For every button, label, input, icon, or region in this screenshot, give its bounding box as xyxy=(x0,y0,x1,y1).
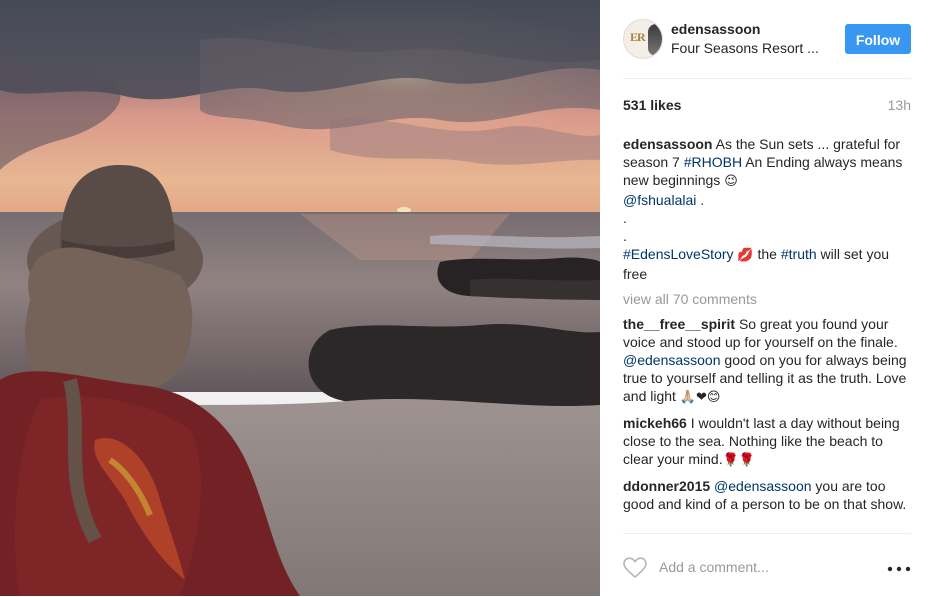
caption-dot: . xyxy=(623,228,627,244)
hashtag-link[interactable]: #RHOBH xyxy=(684,154,742,170)
mention-link[interactable]: @fshualalai xyxy=(623,192,696,208)
caption-text: . xyxy=(696,192,705,208)
view-all-comments-link[interactable]: view all 70 comments xyxy=(623,290,911,308)
location-link[interactable]: Four Seasons Resort ... xyxy=(671,40,831,56)
caption-text: the xyxy=(753,246,781,262)
comment-item: mickeh66 I wouldn't last a day without b… xyxy=(623,414,911,470)
avatar-portrait xyxy=(648,24,662,56)
more-options-icon[interactable] xyxy=(887,566,911,572)
kiss-emoji-icon: 💋 xyxy=(737,248,754,263)
comment-author[interactable]: mickeh66 xyxy=(623,415,687,431)
instagram-post-modal: ER edensassoon Four Seasons Resort ... F… xyxy=(0,0,930,596)
avatar[interactable]: ER xyxy=(623,19,663,59)
sunset-beach-image xyxy=(0,0,600,596)
mention-link[interactable]: @edensassoon xyxy=(714,478,812,494)
avatar-monogram: ER xyxy=(630,30,646,44)
post-side-panel: ER edensassoon Four Seasons Resort ... F… xyxy=(600,0,930,596)
hashtag-link[interactable]: #truth xyxy=(781,246,817,262)
heart-outline-icon[interactable] xyxy=(623,557,647,579)
comment-author[interactable]: ddonner2015 xyxy=(623,478,710,494)
likes-count[interactable]: 531 likes xyxy=(623,97,681,113)
add-comment-input[interactable]: Add a comment... xyxy=(659,559,769,575)
comments-list: edensassoon As the Sun sets ... grateful… xyxy=(623,135,911,520)
wink-emoji-icon: 😉 xyxy=(724,174,738,189)
username-link[interactable]: edensassoon xyxy=(671,21,760,37)
pray-heart-smile-emoji-icon: 🙏🏼❤😊 xyxy=(679,390,721,405)
hashtag-link[interactable]: #EdensLoveStory xyxy=(623,246,734,262)
mention-link[interactable]: @edensassoon xyxy=(623,352,721,368)
rose-emoji-icon: 🌹🌹 xyxy=(722,453,755,468)
comment-footer: Add a comment... xyxy=(623,533,911,597)
follow-button[interactable]: Follow xyxy=(845,24,911,54)
caption-author[interactable]: edensassoon xyxy=(623,136,712,152)
post-timestamp[interactable]: 13h xyxy=(888,97,911,113)
post-meta: 531 likes 13h xyxy=(623,97,911,115)
post-header: ER edensassoon Four Seasons Resort ... F… xyxy=(623,0,911,79)
comment-author[interactable]: the__free__spirit xyxy=(623,316,735,332)
caption-dot: . xyxy=(623,210,627,226)
comment-item: the__free__spirit So great you found you… xyxy=(623,315,911,407)
post-photo[interactable] xyxy=(0,0,600,596)
comment-item: ddonner2015 @edensassoon you are too goo… xyxy=(623,477,911,513)
caption: edensassoon As the Sun sets ... grateful… xyxy=(623,135,911,283)
